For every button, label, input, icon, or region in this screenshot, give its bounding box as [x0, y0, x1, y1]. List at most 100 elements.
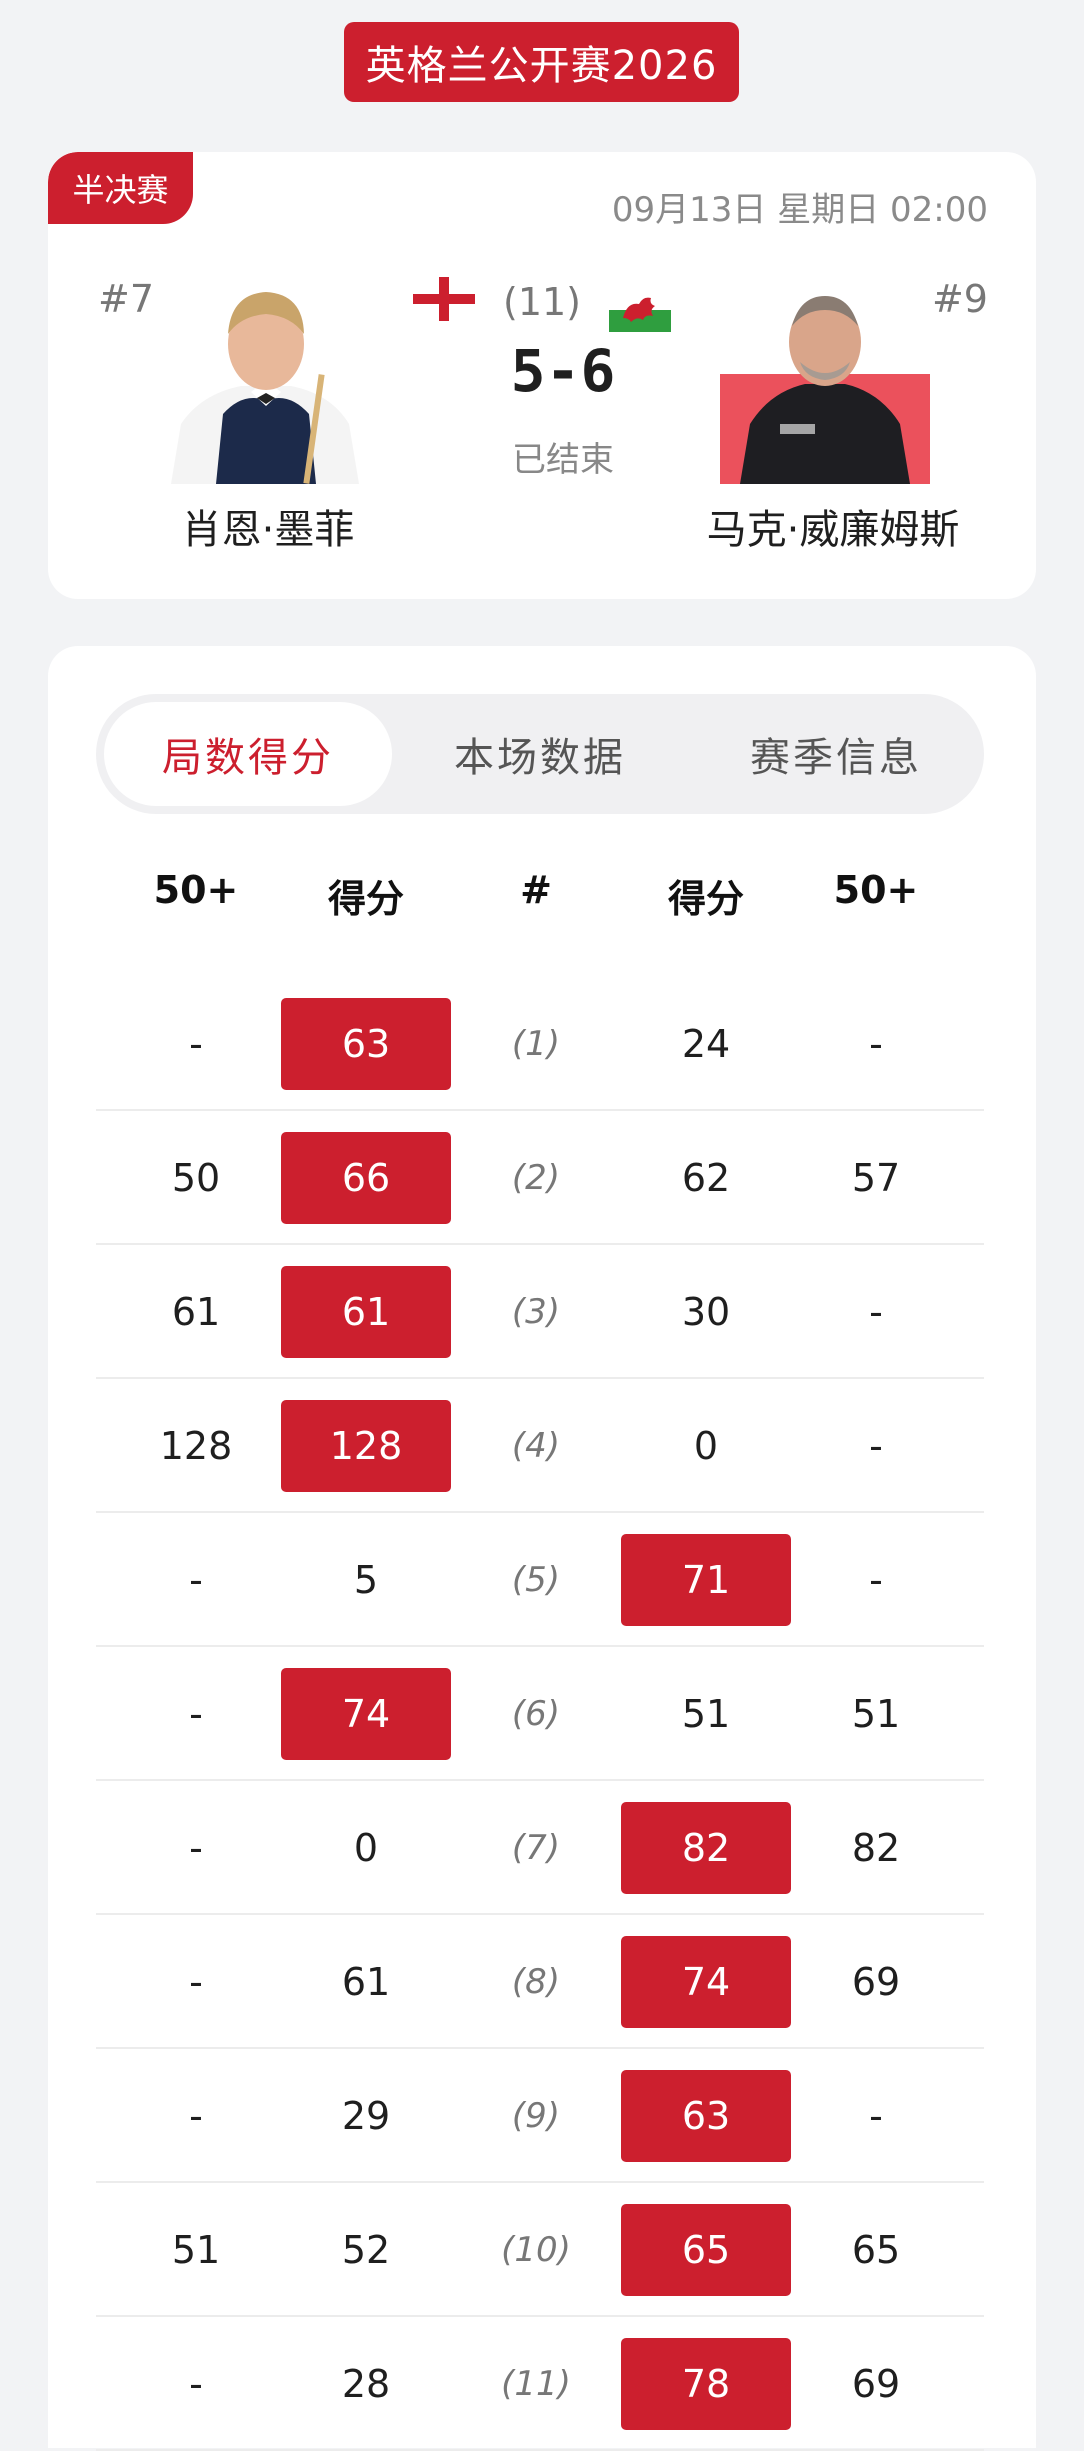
score-box: 30: [681, 1290, 731, 1334]
winning-score-box: 63: [621, 2070, 791, 2162]
table-row: - 63 (1) 24 -: [96, 977, 984, 1111]
table-row: 128 128 (4) 0 -: [96, 1379, 984, 1513]
p2-score-cell: 0: [621, 1379, 791, 1513]
score-box: 0: [353, 1826, 379, 1870]
match-card[interactable]: 半决赛 09月13日 星期日 02:00 #7 #9 肖恩·墨菲 马克·威廉姆斯…: [48, 152, 1036, 599]
header-p1-score: 得分: [327, 877, 404, 921]
p1-score-cell: 66: [281, 1111, 451, 1245]
header-frame-number: #: [520, 868, 552, 912]
frame-number-cell: (8): [511, 1962, 561, 2002]
score-box: 5: [353, 1558, 379, 1602]
frame-number-cell: (9): [511, 2096, 561, 2136]
player1-name[interactable]: 肖恩·墨菲: [138, 497, 398, 555]
frame-number-cell: (7): [511, 1828, 561, 1868]
england-flag-icon: [413, 277, 475, 321]
score-box: 29: [341, 2094, 391, 2138]
p2-score-cell: 78: [621, 2317, 791, 2451]
score-box: 24: [681, 1022, 731, 1066]
p2-50plus-cell: 69: [851, 2362, 901, 2406]
p1-50plus-cell: -: [189, 1826, 203, 1870]
p2-50plus-cell: 69: [851, 1960, 901, 2004]
p1-50plus-cell: 51: [171, 2228, 221, 2272]
p1-score-cell: 74: [281, 1647, 451, 1781]
p1-50plus-cell: -: [189, 2094, 203, 2138]
table-row: - 0 (7) 82 82: [96, 1781, 984, 1915]
frame-number-cell: (6): [511, 1694, 561, 1734]
p2-score-cell: 65: [621, 2183, 791, 2317]
p1-score-cell: 0: [281, 1781, 451, 1915]
p1-score-cell: 61: [281, 1915, 451, 2049]
table-row: 61 61 (3) 30 -: [96, 1245, 984, 1379]
p1-score-cell: 128: [281, 1379, 451, 1513]
p1-50plus-cell: -: [189, 2362, 203, 2406]
frame-number-cell: (1): [511, 1024, 561, 1064]
player2-seed: #9: [931, 277, 988, 321]
player2-name[interactable]: 马克·威廉姆斯: [668, 497, 998, 555]
table-row: 51 52 (10) 65 65: [96, 2183, 984, 2317]
winning-score-box: 128: [281, 1400, 451, 1492]
p1-50plus-cell: -: [189, 1960, 203, 2004]
player1-seed: #7: [98, 277, 155, 321]
p2-score-cell: 24: [621, 977, 791, 1111]
p2-score-cell: 62: [621, 1111, 791, 1245]
frame-number-cell: (5): [511, 1560, 561, 1600]
p2-score-cell: 30: [621, 1245, 791, 1379]
winning-score-box: 78: [621, 2338, 791, 2430]
frame-number-cell: (3): [511, 1292, 561, 1332]
tab-match-stats[interactable]: 本场数据: [392, 694, 688, 814]
p2-50plus-cell: -: [869, 2094, 883, 2138]
winning-score-box: 65: [621, 2204, 791, 2296]
player2-avatar[interactable]: [720, 274, 930, 484]
frame-number-cell: (10): [501, 2230, 571, 2270]
p2-50plus-cell: 82: [851, 1826, 901, 1870]
stats-card: 局数得分 本场数据 赛季信息 50+ 得分 # 得分 50+ - 63 (1) 24 -…: [48, 646, 1036, 2451]
p2-50plus-cell: -: [869, 1022, 883, 1066]
p2-score-cell: 63: [621, 2049, 791, 2183]
player1-avatar[interactable]: [161, 274, 371, 484]
score-box: 62: [681, 1156, 731, 1200]
p2-50plus-cell: 57: [851, 1156, 901, 1200]
tab-frame-scores[interactable]: 局数得分: [104, 702, 392, 806]
match-status: 已结束: [512, 440, 614, 480]
frame-number-cell: (4): [511, 1426, 561, 1466]
table-row: 50 66 (2) 62 57: [96, 1111, 984, 1245]
p1-score-cell: 52: [281, 2183, 451, 2317]
p1-score-cell: 5: [281, 1513, 451, 1647]
tab-season-info[interactable]: 赛季信息: [688, 694, 984, 814]
table-row: - 74 (6) 51 51: [96, 1647, 984, 1781]
winning-score-box: 82: [621, 1802, 791, 1894]
p2-50plus-cell: -: [869, 1290, 883, 1334]
winning-score-box: 66: [281, 1132, 451, 1224]
p1-50plus-cell: 61: [171, 1290, 221, 1334]
p2-50plus-cell: -: [869, 1558, 883, 1602]
score-box: 52: [341, 2228, 391, 2272]
header-p1-50plus: 50+: [153, 868, 239, 912]
p2-score-cell: 82: [621, 1781, 791, 1915]
p1-50plus-cell: -: [189, 1692, 203, 1736]
p1-score-cell: 61: [281, 1245, 451, 1379]
table-row: - 28 (11) 78 69: [96, 2317, 984, 2451]
event-title: 英格兰公开赛2026: [344, 22, 739, 102]
header-p2-score: 得分: [667, 877, 744, 921]
header-p2-50plus: 50+: [833, 868, 919, 912]
score-box: 51: [681, 1692, 731, 1736]
p1-50plus-cell: 50: [171, 1156, 221, 1200]
frame-number-cell: (11): [501, 2364, 571, 2404]
frame-number-cell: (2): [511, 1158, 561, 1198]
winning-score-box: 71: [621, 1534, 791, 1626]
winning-score-box: 74: [281, 1668, 451, 1760]
score-box: 61: [341, 1960, 391, 2004]
p2-50plus-cell: -: [869, 1424, 883, 1468]
p2-score-cell: 74: [621, 1915, 791, 2049]
score-box: 0: [693, 1424, 719, 1468]
round-badge: 半决赛: [48, 152, 193, 224]
p1-score-cell: 63: [281, 977, 451, 1111]
p1-score-cell: 28: [281, 2317, 451, 2451]
tab-bar: 局数得分 本场数据 赛季信息: [96, 694, 984, 814]
p1-50plus-cell: -: [189, 1558, 203, 1602]
match-time: 09月13日 星期日 02:00: [611, 190, 988, 230]
p2-score-cell: 71: [621, 1513, 791, 1647]
winning-score-box: 61: [281, 1266, 451, 1358]
score-box: 28: [341, 2362, 391, 2406]
table-row: - 5 (5) 71 -: [96, 1513, 984, 1647]
